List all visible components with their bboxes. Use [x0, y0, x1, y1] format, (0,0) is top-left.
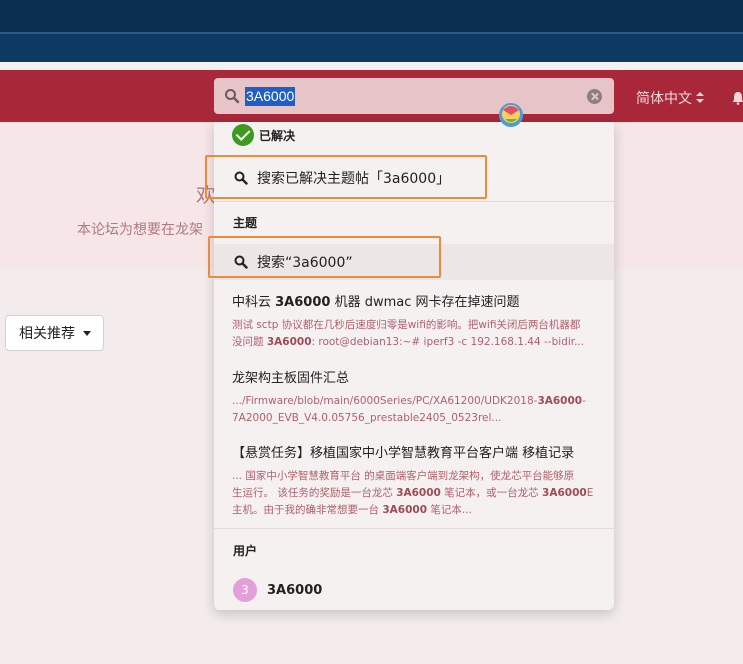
topic-title: 【悬赏任务】移植国家中小学智慧教育平台客户端 移植记录: [232, 446, 575, 461]
banner-subtitle: 本论坛为想要在龙架: [77, 222, 203, 238]
solved-label: 已解决: [259, 128, 296, 143]
divider: [214, 201, 614, 202]
topic-result[interactable]: 【悬赏任务】移植国家中小学智慧教育平台客户端 移植记录 ... 国家中小学智慧教…: [232, 445, 598, 519]
topic-result[interactable]: 中科云 3A6000 机器 dwmac 网卡存在掉速问题 测试 sctp 协议都…: [232, 294, 598, 351]
topic-title: 中科云 3A6000 机器 dwmac 网卡存在掉速问题: [232, 295, 520, 310]
bar-gap: [0, 62, 743, 70]
topics-heading: 主题: [233, 216, 258, 230]
language-label: 简体中文: [636, 91, 692, 107]
secondary-bar: [0, 34, 743, 62]
users-heading: 用户: [233, 544, 258, 558]
topic-result[interactable]: 龙架构主板固件汇总 .../Firmware/blob/main/6000Ser…: [232, 370, 598, 427]
annotation-highlight: [208, 236, 441, 278]
emoji-picker-icon[interactable]: [497, 100, 525, 128]
user-result[interactable]: 3 3A6000: [233, 578, 322, 602]
solved-filter: 已解决: [232, 124, 295, 146]
topic-blurb: 测试 sctp 协议都在几秒后速度归零是wifi的影响。把wifi关闭后两台机器…: [232, 319, 585, 348]
chevron-down-icon: [83, 330, 91, 336]
check-icon: [232, 124, 254, 146]
clear-icon[interactable]: [587, 89, 602, 104]
annotation-highlight: [205, 155, 487, 199]
bell-icon[interactable]: [731, 90, 743, 105]
language-select[interactable]: 简体中文: [636, 88, 704, 108]
topic-blurb: ... 国家中小学智慧教育平台 的桌面端客户端到龙架构，使龙芯平台能够原 生运行…: [232, 470, 594, 516]
top-bar: [0, 0, 743, 32]
avatar: 3: [233, 578, 257, 602]
topic-title: 龙架构主板固件汇总: [232, 371, 350, 386]
search-query-text[interactable]: 3A6000: [245, 87, 296, 106]
sort-button[interactable]: 相关推荐: [5, 315, 104, 351]
divider: [214, 528, 614, 529]
site-header: 3A6000 简体中文: [0, 70, 743, 122]
search-icon: [224, 88, 240, 104]
search-input[interactable]: 3A6000: [214, 78, 614, 114]
topic-blurb: .../Firmware/blob/main/6000Series/PC/XA6…: [232, 395, 586, 424]
sort-caret-icon: [696, 92, 704, 104]
sort-button-label: 相关推荐: [19, 326, 75, 342]
user-name: 3A6000: [267, 582, 323, 598]
